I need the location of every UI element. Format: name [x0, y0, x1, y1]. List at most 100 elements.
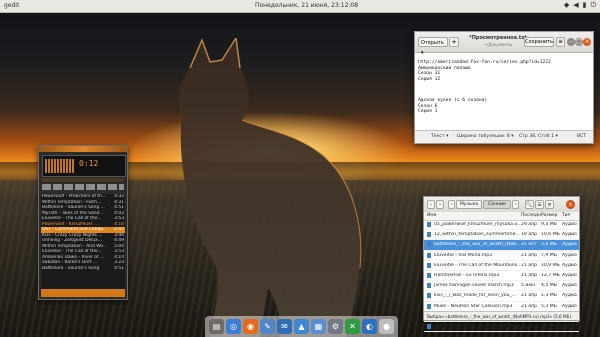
play-time[interactable]: 0:12 [79, 159, 98, 168]
maximize-icon[interactable]: □ [575, 38, 583, 46]
files-icon[interactable]: ▤ [209, 319, 224, 334]
close-icon[interactable]: × [566, 200, 575, 209]
column-type[interactable]: Тип [562, 213, 570, 218]
file-name: HammerFall - Ex Inferis.mp3 [434, 272, 500, 278]
text-editor[interactable]: http://americandad.fox-fan.ru/series.php… [418, 55, 588, 114]
file-modified: 5 июн [521, 283, 536, 289]
clock[interactable]: Понедельник, 21 июня, 23:12:08 [255, 2, 358, 9]
language-selector[interactable]: Текст ▾ [431, 134, 448, 139]
chromium-icon[interactable]: ◎ [226, 319, 241, 334]
audio-file-icon [427, 272, 431, 278]
battery-icon[interactable]: ▮ [583, 1, 587, 10]
breadcrumb-music[interactable]: Музыка [456, 200, 482, 209]
file-name: 12_within_temptation_summertime... [434, 232, 520, 238]
power-icon[interactable]: ⏻ [590, 1, 596, 10]
file-size: 5,6 МБ [541, 242, 557, 248]
trash-icon[interactable]: ● [379, 319, 394, 334]
text-line[interactable]: Серия 1 [418, 109, 588, 114]
file-modified: 21 апр [521, 262, 538, 268]
file-row[interactable]: HammerFall - Ex Inferis.mp3 21 апр 12,7 МБ… [424, 271, 579, 282]
file-modified: 21 апр [521, 303, 538, 309]
firefox-icon[interactable]: ◉ [243, 319, 258, 334]
save-button[interactable]: Сохранить [524, 37, 554, 47]
seek-bar[interactable] [42, 178, 124, 182]
file-type: Аудио [562, 323, 577, 329]
list-view-icon[interactable]: ☰ [535, 200, 544, 209]
volume-icon[interactable]: ◀ [573, 1, 578, 10]
file-type: Аудио [562, 242, 577, 248]
tab-width-selector[interactable]: Ширина табуляции: 8 ▾ [457, 134, 514, 139]
top-panel: gedit Понедельник, 21 июня, 23:12:08 ◆ ◀… [0, 0, 600, 13]
writer-icon[interactable]: ▦ [311, 319, 326, 334]
cat-silhouette [178, 38, 362, 337]
file-row[interactable]: 12_within_temptation_summertime... 19 апр… [424, 230, 579, 241]
app-menu[interactable]: gedit [4, 2, 19, 9]
file-modified: 21 апр [521, 323, 538, 329]
file-size: 9,5 МБ [541, 323, 557, 329]
audio-file-icon [427, 262, 431, 268]
file-row[interactable]: james hannigan soviet march.mp3 5 июн 4,5 … [424, 281, 579, 292]
forward-button[interactable]: › [436, 200, 444, 209]
file-type: Аудио [562, 222, 577, 227]
column-size[interactable]: Размер [541, 213, 557, 218]
file-row[interactable]: 05_powerwolf_kreuzfeuer_mysuka.o... 29 ап… [424, 220, 579, 231]
file-row[interactable]: Eluveitie - Inis Mona.mp3 21 апр 7,9 МБ Ауд… [424, 251, 579, 261]
playlist-footer[interactable] [41, 289, 125, 297]
playback-controls[interactable] [42, 184, 124, 190]
breadcrumb-left[interactable]: ‹ [448, 200, 455, 209]
file-size: 9,3 МБ [541, 222, 557, 227]
search-icon[interactable]: 🔍 [525, 200, 534, 209]
folder-icon[interactable]: ▲ [294, 319, 309, 334]
file-type: Аудио [562, 252, 577, 258]
system-tray[interactable]: ◆ ◀ ▮ ⏻ [564, 1, 596, 10]
close-icon[interactable]: × [583, 38, 591, 46]
playlist[interactable]: Powerwolf - Preachers of th... 4:32 Within… [41, 194, 125, 289]
hamburger-menu-icon[interactable]: ≡ [545, 200, 554, 209]
audacious-icon[interactable]: ◐ [362, 319, 377, 334]
files-window: ‹ › ‹ Музыка Сонник › 🔍 ☰ ≡ × Имя Послед… [423, 196, 580, 333]
gedit-icon[interactable]: ✎ [260, 319, 275, 334]
gedit-statusbar: Текст ▾ Ширина табуляции: 8 ▾ Стр 38, Ст… [415, 130, 593, 143]
settings-icon[interactable]: ⚙ [328, 319, 343, 334]
hamburger-menu-icon[interactable]: ≡ [556, 37, 565, 47]
visualizer[interactable] [45, 159, 75, 173]
network-icon[interactable]: ◆ [564, 1, 569, 10]
file-name: Eluveitie - The Call of the Mountains... [434, 262, 520, 268]
file-modified: 21 апр [521, 293, 538, 299]
files-statusbar: Выбран «battlelore_-_the_war_of_wrath_(N… [424, 311, 579, 320]
file-modified: 21 апр [521, 272, 538, 278]
new-tab-button[interactable]: + [449, 37, 459, 47]
column-modified[interactable]: Последн [521, 213, 541, 218]
audio-file-icon [427, 242, 431, 248]
playlist-item[interactable]: Battlelore - Sauron's Song 4:51 [41, 266, 125, 272]
file-type: Аудио [562, 272, 577, 278]
file-row[interactable]: Eluveitie - The Call of the Mountains...… [424, 261, 579, 271]
file-size: 1,3 МБ [541, 293, 557, 299]
file-size: 10,6 МБ [541, 232, 560, 238]
window-title: *Просмотренное.txt [469, 35, 527, 41]
file-size: 5,3 МБ [541, 303, 557, 309]
file-row[interactable]: kiss_-_i_was_made_for_lovin_you_... 21 ап… [424, 291, 579, 302]
file-name: 05_powerwolf_kreuzfeuer_mysuka.o... [434, 222, 520, 227]
audio-file-icon [427, 252, 431, 258]
open-button[interactable]: Открыть ▾ [418, 37, 448, 56]
column-name[interactable]: Имя [427, 213, 436, 218]
gedit-window: Открыть ▾ + *Просмотренное.txt ~/Докумен… [414, 31, 594, 144]
thunderbird-icon[interactable]: ✉ [277, 319, 292, 334]
audio-file-icon [427, 232, 431, 238]
file-size: 10,9 МБ [541, 262, 560, 268]
back-button[interactable]: ‹ [427, 200, 435, 209]
file-modified: 19 апр [521, 232, 538, 238]
file-size: 12,7 МБ [541, 272, 560, 278]
breadcrumb-sonnik[interactable]: Сонник [483, 200, 511, 209]
file-row[interactable]: battlelore_-_the_war_of_wrath_(Nati... 21… [424, 240, 579, 251]
file-row[interactable]: Within Temptation - And We Run.mp3 21 апр… [424, 322, 579, 333]
player-titlebar[interactable] [39, 146, 127, 152]
audacious-player: 0:12 Powerwolf - Preachers of th... 4:32 W… [38, 145, 128, 300]
window-subtitle: ~/Документы [483, 42, 513, 47]
cursor-position[interactable]: Стр 38, Стлб 1 ▾ [519, 134, 558, 139]
file-type: Аудио [562, 232, 577, 238]
spreadsheet-icon[interactable]: ✕ [345, 319, 360, 334]
minimize-icon[interactable]: – [567, 38, 575, 46]
breadcrumb-right[interactable]: › [512, 200, 519, 209]
